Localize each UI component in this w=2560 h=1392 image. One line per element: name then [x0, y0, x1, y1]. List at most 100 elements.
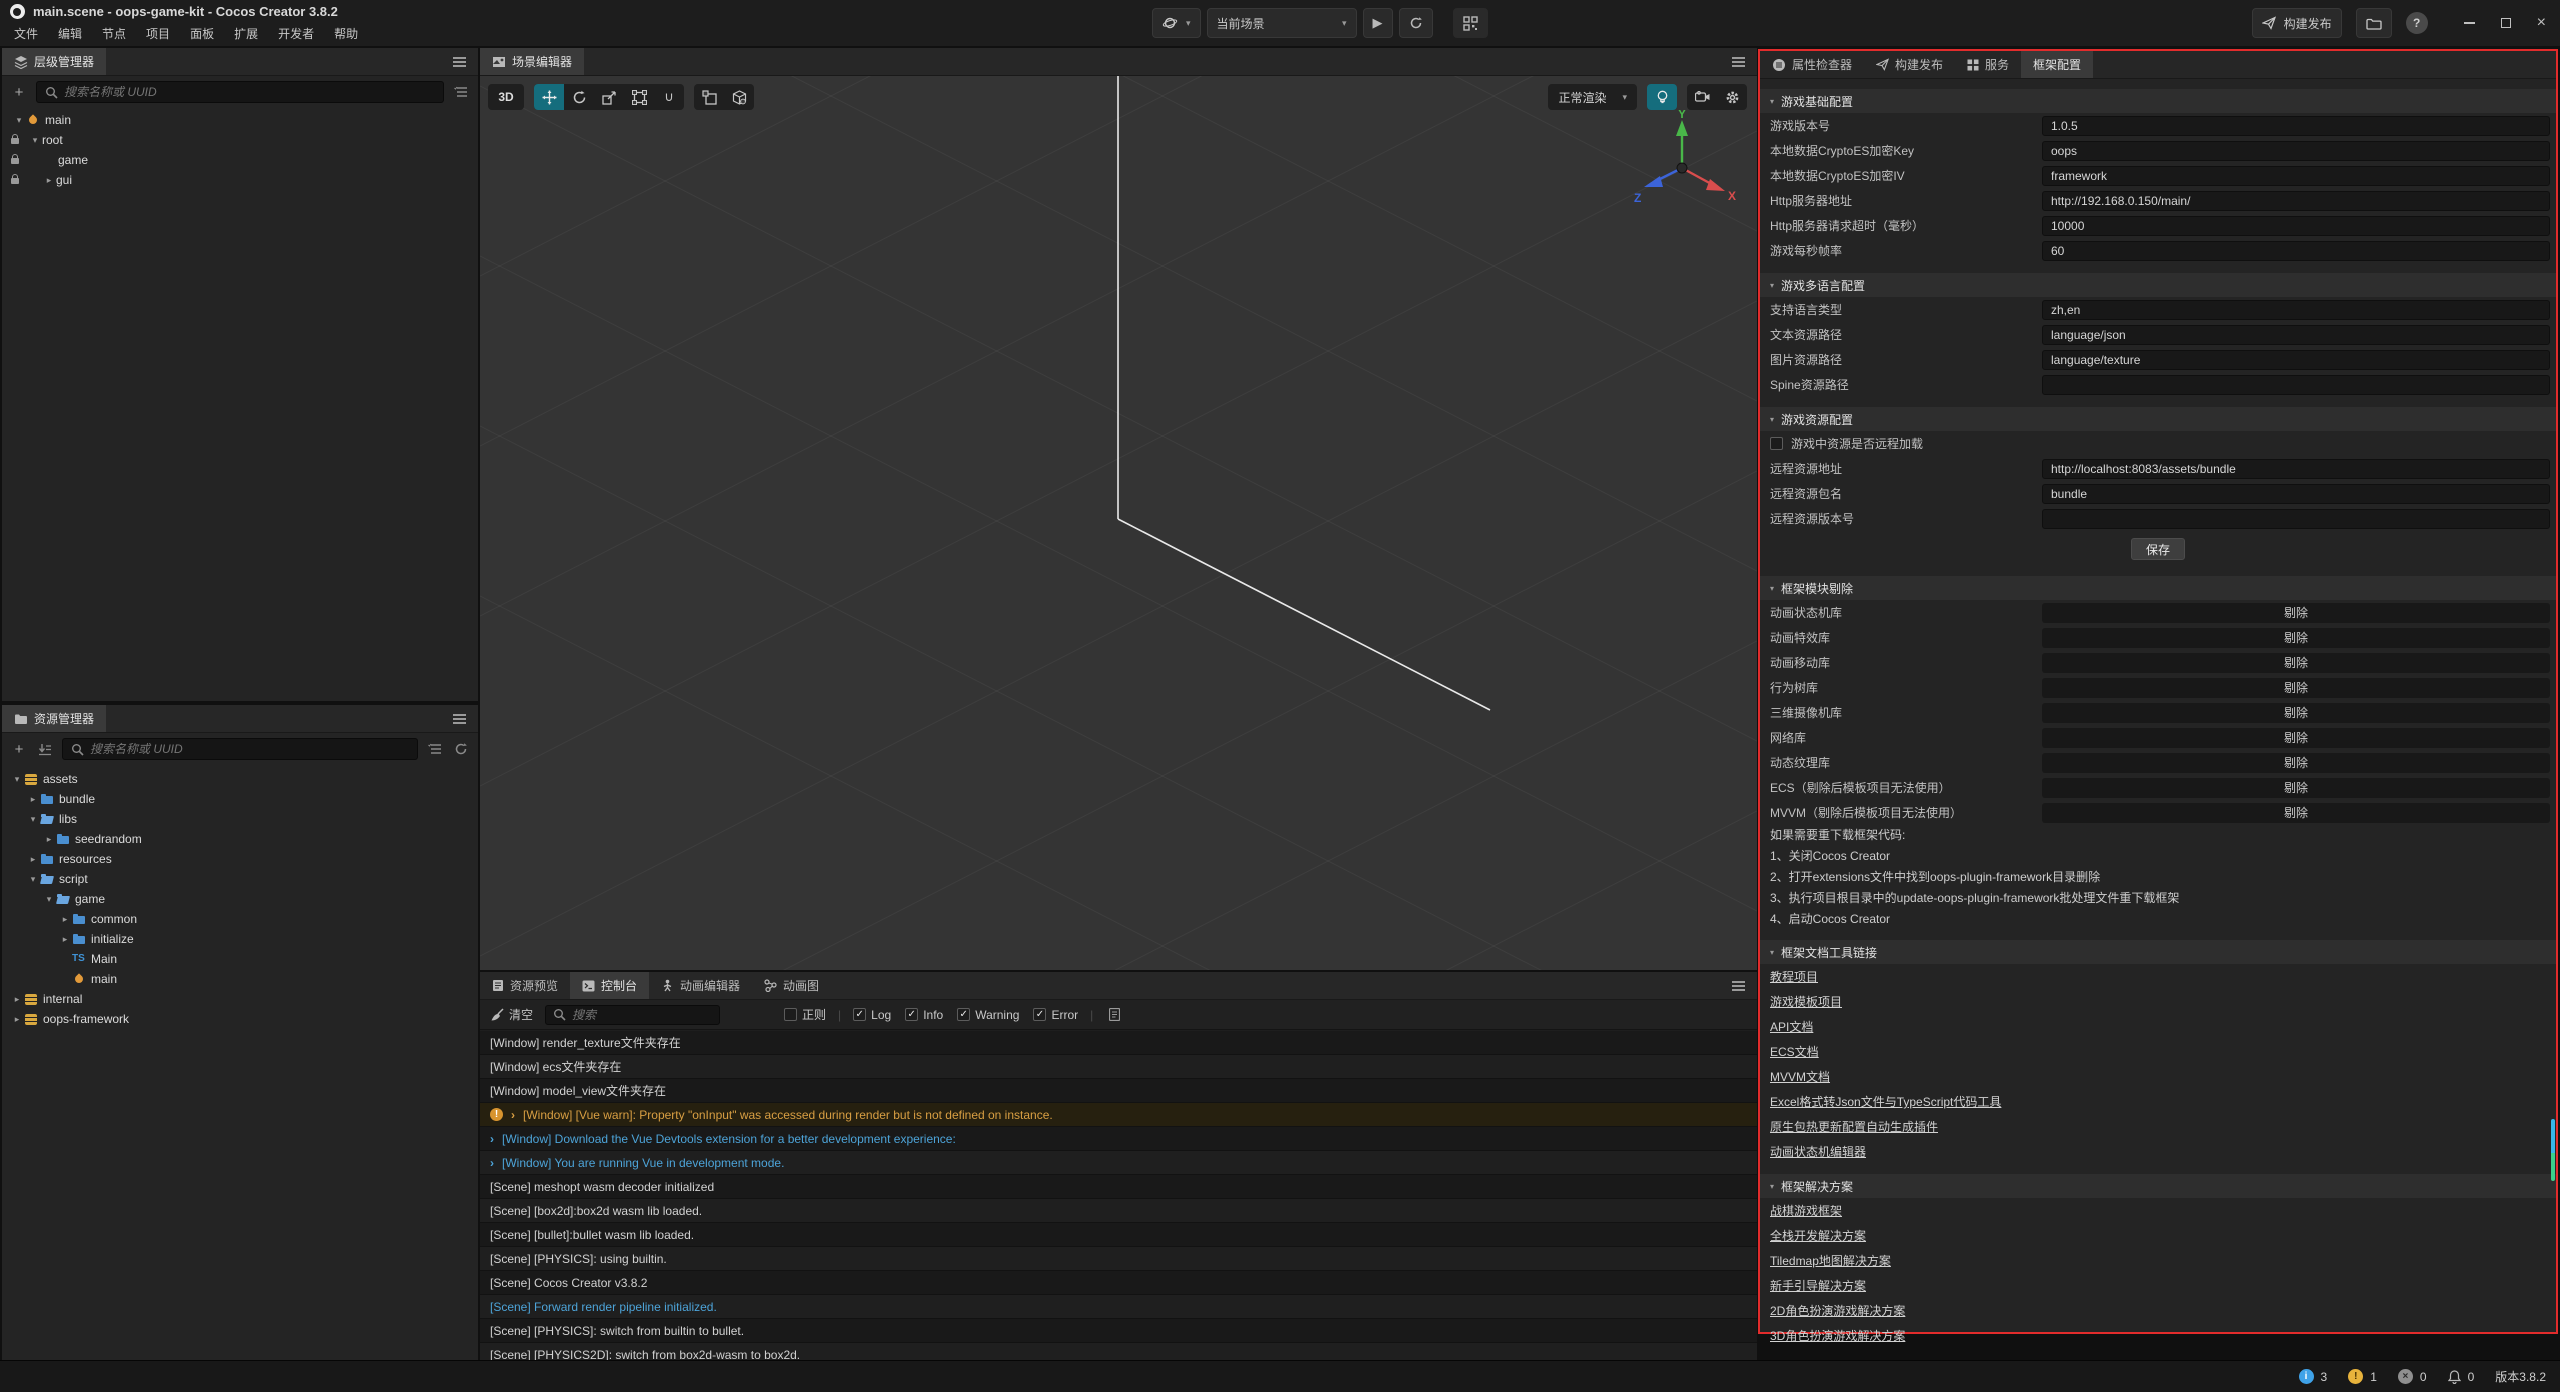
3d-toggle-button[interactable]: 3D [488, 84, 524, 110]
menu-item[interactable]: 节点 [92, 22, 136, 45]
solution-link[interactable]: 2D角色扮演游戏解决方案 [1770, 1302, 1905, 1319]
config-value-input[interactable]: 10000 [2042, 216, 2550, 236]
section-basic-config[interactable]: ▾游戏基础配置 [1760, 89, 2556, 113]
config-value-input[interactable]: language/json [2042, 325, 2550, 345]
console-message[interactable]: [Scene] [box2d]:box2d wasm lib loaded. [480, 1199, 1757, 1223]
asset-node[interactable]: ▾ libs [2, 809, 478, 829]
console-message[interactable]: [Window] model_view文件夹存在 [480, 1079, 1757, 1103]
section-module-strip[interactable]: ▾框架模块剔除 [1760, 576, 2556, 600]
menu-item[interactable]: 帮助 [324, 22, 368, 45]
section-resource-config[interactable]: ▾游戏资源配置 [1760, 407, 2556, 431]
asset-node[interactable]: ▸ common [2, 909, 478, 929]
console-message[interactable]: [Window] render_texture文件夹存在 [480, 1031, 1757, 1055]
console-message[interactable]: [Scene] meshopt wasm decoder initialized [480, 1175, 1757, 1199]
expand-arrow-icon[interactable]: ▸ [26, 794, 40, 805]
rotate-tool-button[interactable] [564, 84, 594, 110]
remove-module-button[interactable]: 剔除 [2042, 628, 2550, 648]
filter-icon[interactable] [452, 83, 470, 101]
asset-node[interactable]: Main [2, 949, 478, 969]
section-solutions[interactable]: ▾框架解决方案 [1760, 1174, 2556, 1198]
build-publish-button[interactable]: 构建发布 [2252, 8, 2342, 38]
expand-arrow-icon[interactable]: ▸ [26, 854, 40, 865]
asset-node[interactable]: ▸ resources [2, 849, 478, 869]
config-value-input[interactable]: http://192.168.0.150/main/ [2042, 191, 2550, 211]
create-node-button[interactable]: + [10, 83, 28, 101]
close-button[interactable]: × [2537, 18, 2546, 28]
tab-inspector[interactable]: 属性检查器 [1760, 51, 1864, 78]
console-search[interactable] [545, 1005, 720, 1025]
expand-arrow-icon[interactable]: ▾ [26, 874, 40, 885]
log-file-icon[interactable] [1105, 1006, 1123, 1024]
asset-node[interactable]: main [2, 969, 478, 989]
remove-module-button[interactable]: 剔除 [2042, 778, 2550, 798]
scene-viewport[interactable]: 3D ∪ 正常渲染 ▾ [480, 76, 1757, 970]
assets-search[interactable] [62, 738, 418, 760]
console-message[interactable]: [Scene] [PHYSICS2D]: switch from box2d-w… [480, 1343, 1757, 1360]
bell-icon[interactable] [2448, 1370, 2461, 1384]
expand-arrow-icon[interactable]: ▾ [12, 115, 26, 126]
hierarchy-search-input[interactable] [64, 85, 435, 99]
help-button[interactable]: ? [2406, 12, 2428, 34]
menu-item[interactable]: 面板 [180, 22, 224, 45]
hierarchy-node[interactable]: game [2, 150, 478, 170]
log-filter-checkbox[interactable]: ✓ Warning [957, 1008, 1019, 1022]
tab-build-publish[interactable]: 构建发布 [1864, 51, 1955, 78]
expand-arrow-icon[interactable]: ▸ [42, 175, 56, 186]
tab-animation-editor[interactable]: 动画编辑器 [649, 972, 752, 999]
log-filter-checkbox[interactable]: ✓ Info [905, 1008, 943, 1022]
menu-item[interactable]: 项目 [136, 22, 180, 45]
expand-arrow-icon[interactable]: ▾ [42, 894, 56, 905]
asset-node[interactable]: ▾ game [2, 889, 478, 909]
panel-menu-icon[interactable] [1732, 61, 1745, 63]
regex-checkbox[interactable]: 正则 [784, 1006, 826, 1023]
expand-chevron-icon[interactable]: › [490, 1132, 494, 1146]
solution-link[interactable]: 全栈开发解决方案 [1770, 1227, 1866, 1244]
config-value-input[interactable]: framework [2042, 166, 2550, 186]
move-tool-button[interactable] [534, 84, 564, 110]
asset-node[interactable]: ▸ bundle [2, 789, 478, 809]
section-doc-links[interactable]: ▾框架文档工具链接 [1760, 940, 2556, 964]
refresh-icon[interactable] [452, 740, 470, 758]
rect-tool-button[interactable] [624, 84, 654, 110]
log-filter-checkbox[interactable]: ✓ Log [853, 1008, 891, 1022]
warning-count-icon[interactable]: ! [2348, 1369, 2363, 1384]
remove-module-button[interactable]: 剔除 [2042, 753, 2550, 773]
snap-grid-button[interactable] [694, 84, 724, 110]
hierarchy-node[interactable]: ▾ root [2, 130, 478, 150]
console-message[interactable]: [Scene] Cocos Creator v3.8.2 [480, 1271, 1757, 1295]
expand-arrow-icon[interactable]: ▾ [28, 135, 42, 146]
hierarchy-node[interactable]: ▸ gui [2, 170, 478, 190]
tab-hierarchy[interactable]: 层级管理器 [2, 48, 106, 75]
restart-button[interactable] [1399, 8, 1433, 38]
console-message[interactable]: [Scene] [bullet]:bullet wasm lib loaded. [480, 1223, 1757, 1247]
clear-console-button[interactable]: 清空 [490, 1006, 533, 1023]
open-project-folder-button[interactable] [2356, 8, 2392, 38]
solution-link[interactable]: Tiledmap地图解决方案 [1770, 1252, 1891, 1269]
doc-link[interactable]: 教程项目 [1770, 968, 1818, 985]
camera-icon[interactable] [1687, 84, 1717, 110]
console-search-input[interactable] [572, 1008, 692, 1022]
gizmo-cube-button[interactable] [724, 84, 754, 110]
doc-link[interactable]: API文档 [1770, 1018, 1813, 1035]
config-value-input[interactable]: 60 [2042, 241, 2550, 261]
config-value-input[interactable] [2042, 509, 2550, 529]
tab-asset-preview[interactable]: 资源预览 [480, 972, 570, 999]
config-value-input[interactable] [2042, 375, 2550, 395]
remove-module-button[interactable]: 剔除 [2042, 728, 2550, 748]
asset-node[interactable]: ▾ script [2, 869, 478, 889]
play-button[interactable]: ▶ [1363, 8, 1393, 38]
expand-chevron-icon[interactable]: › [490, 1156, 494, 1170]
menu-item[interactable]: 文件 [4, 22, 48, 45]
tab-console[interactable]: 控制台 [570, 972, 649, 999]
preview-target-button[interactable]: ▾ [1152, 8, 1201, 38]
asset-node[interactable]: ▸ initialize [2, 929, 478, 949]
config-value-input[interactable]: http://localhost:8083/assets/bundle [2042, 459, 2550, 479]
solution-link[interactable]: 3D角色扮演游戏解决方案 [1770, 1327, 1905, 1344]
remove-module-button[interactable]: 剔除 [2042, 803, 2550, 823]
remove-module-button[interactable]: 剔除 [2042, 603, 2550, 623]
menu-item[interactable]: 扩展 [224, 22, 268, 45]
remove-module-button[interactable]: 剔除 [2042, 653, 2550, 673]
render-mode-select[interactable]: 正常渲染 ▾ [1548, 84, 1637, 110]
config-value-input[interactable]: zh,en [2042, 300, 2550, 320]
filter-icon[interactable] [426, 740, 444, 758]
